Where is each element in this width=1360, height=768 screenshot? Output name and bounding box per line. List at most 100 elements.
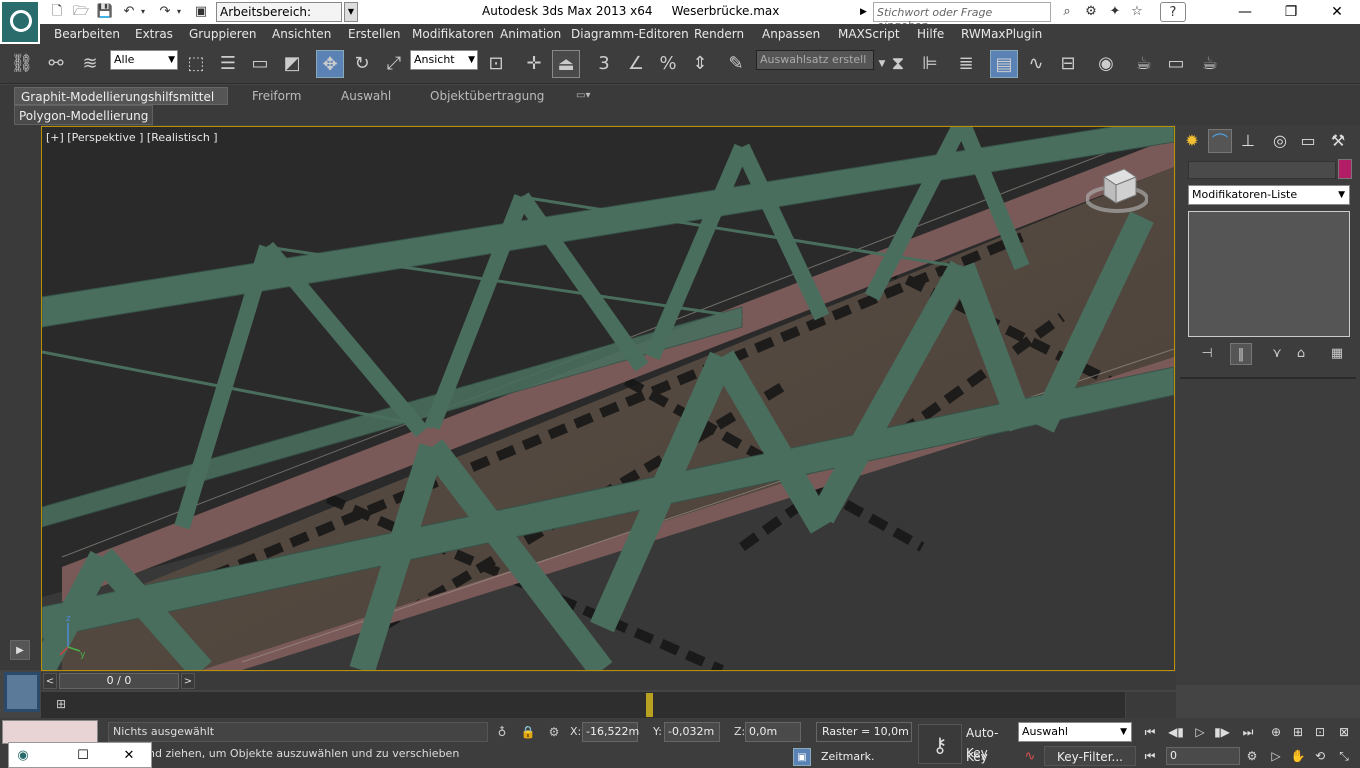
menu-bearbeiten[interactable]: Bearbeiten bbox=[54, 27, 120, 41]
snaps-toggle-icon[interactable]: 3 bbox=[590, 50, 618, 78]
selection-filter-select[interactable]: Alle ▼ bbox=[110, 50, 178, 70]
redo-icon[interactable]: ↷ bbox=[156, 3, 174, 21]
workspace-dropdown-icon[interactable]: ▼ bbox=[344, 2, 358, 22]
redo-dropdown-icon[interactable]: ▾ bbox=[174, 3, 184, 21]
zoom-extents-all-icon[interactable]: ⊠ bbox=[1334, 722, 1354, 742]
utilities-tab-icon[interactable]: ⚒ bbox=[1326, 129, 1350, 153]
help-button[interactable]: ? bbox=[1160, 2, 1186, 22]
select-and-scale-icon[interactable]: ⤢ bbox=[380, 50, 408, 78]
render-teapot-icon[interactable]: ☕ bbox=[1196, 50, 1224, 78]
menu-hilfe[interactable]: Hilfe bbox=[917, 27, 944, 41]
menu-extras[interactable]: Extras bbox=[135, 27, 173, 41]
zoom-extents-icon[interactable]: ⊡ bbox=[1310, 722, 1330, 742]
modifier-stack[interactable] bbox=[1188, 211, 1350, 337]
pin-stack-icon[interactable]: ⊣ bbox=[1196, 343, 1218, 365]
remove-modifier-icon[interactable]: ⌂ bbox=[1290, 343, 1312, 365]
select-and-move-icon[interactable]: ✥ bbox=[316, 50, 344, 78]
tab-graphit-modellierung[interactable]: Graphit-Modellierungshilfsmittel bbox=[14, 87, 228, 105]
polygon-modeling-panel[interactable]: Polygon-Modellierung bbox=[14, 105, 154, 125]
key-filters-button[interactable]: Key-Filter... bbox=[1044, 746, 1136, 766]
material-editor-icon[interactable]: ◉ bbox=[1092, 50, 1120, 78]
field-of-view-icon[interactable]: ▷ bbox=[1266, 746, 1286, 766]
next-frame-icon[interactable]: ▮▶ bbox=[1212, 722, 1232, 742]
x-coordinate-field[interactable]: -16,522m bbox=[582, 722, 639, 742]
create-tab-icon[interactable]: ✹ bbox=[1180, 129, 1204, 153]
default-in-out-tangent-icon[interactable]: ∿ bbox=[1020, 747, 1040, 767]
key-mode-select[interactable]: Auswahl ▼ bbox=[1018, 722, 1132, 742]
layer-manager-icon[interactable]: ≣ bbox=[952, 50, 980, 78]
project-folder-icon[interactable]: ▣ bbox=[192, 3, 210, 21]
key-mode-toggle-icon[interactable]: ⏮ bbox=[1140, 746, 1160, 766]
bind-spacewarp-icon[interactable]: ≋ bbox=[76, 50, 104, 78]
selection-lock-icon[interactable]: 🔒 bbox=[520, 724, 536, 740]
spinner-snap-icon[interactable]: ⇕ bbox=[686, 50, 714, 78]
zoom-icon[interactable]: ⊕ bbox=[1266, 722, 1286, 742]
hierarchy-tab-icon[interactable]: ⊥ bbox=[1236, 129, 1260, 153]
maximize-viewport-icon[interactable]: ⤡ bbox=[1334, 746, 1354, 766]
perspective-viewport[interactable]: z y [+] [Perspektive ] [Realistisch ] bbox=[41, 126, 1175, 671]
render-setup-icon[interactable]: ☕ bbox=[1130, 50, 1158, 78]
maximize-button[interactable]: ❐ bbox=[1268, 0, 1314, 24]
time-marker[interactable] bbox=[646, 693, 653, 717]
viewport-label[interactable]: [+] [Perspektive ] [Realistisch ] bbox=[46, 131, 218, 144]
menu-diagramm-editoren[interactable]: Diagramm-Editoren bbox=[571, 27, 689, 41]
align-icon[interactable]: ⊫ bbox=[916, 50, 944, 78]
binoculars-icon[interactable]: ⌕ bbox=[1056, 2, 1078, 22]
menu-maxscript[interactable]: MAXScript bbox=[838, 27, 900, 41]
restore-icon[interactable]: ☐ bbox=[73, 746, 93, 766]
tab-freiform[interactable]: Freiform bbox=[246, 87, 307, 105]
motion-tab-icon[interactable]: ◎ bbox=[1268, 129, 1292, 153]
viewport-preview-thumbnail[interactable] bbox=[4, 672, 40, 712]
open-folder-icon[interactable]: 🗁 bbox=[72, 3, 90, 21]
viewcube-icon[interactable] bbox=[1086, 163, 1148, 213]
track-bar[interactable] bbox=[41, 692, 1125, 718]
ribbon-options-icon[interactable]: ▭▾ bbox=[570, 87, 596, 105]
time-slider[interactable]: < 0 / 0 > bbox=[41, 672, 1176, 690]
menu-animation[interactable]: Animation bbox=[500, 27, 561, 41]
new-file-icon[interactable]: 🗋 bbox=[48, 3, 66, 21]
tab-objektuebertragung[interactable]: Objektübertragung bbox=[424, 87, 550, 105]
select-and-rotate-icon[interactable]: ↻ bbox=[348, 50, 376, 78]
play-icon[interactable]: ▷ bbox=[1190, 722, 1210, 742]
search-input[interactable]: Stichwort oder Frage eingeben bbox=[873, 2, 1051, 32]
menu-erstellen[interactable]: Erstellen bbox=[348, 27, 401, 41]
previous-frame-icon[interactable]: ◀▮ bbox=[1166, 722, 1186, 742]
undo-dropdown-icon[interactable]: ▾ bbox=[138, 3, 148, 21]
current-frame-field[interactable]: 0 bbox=[1166, 747, 1240, 765]
app-menu-button[interactable] bbox=[0, 0, 40, 44]
minimize-button[interactable]: — bbox=[1222, 0, 1268, 24]
add-time-tag[interactable]: Zeitmark. hinzuf. bbox=[816, 747, 912, 767]
frame-counter[interactable]: 0 / 0 bbox=[59, 673, 179, 689]
display-tab-icon[interactable]: ▭ bbox=[1296, 129, 1320, 153]
rectangular-selection-icon[interactable]: ▭ bbox=[246, 50, 274, 78]
next-frame-arrow[interactable]: > bbox=[181, 673, 195, 689]
tools-icon[interactable]: ✦ bbox=[1104, 2, 1126, 22]
menu-rwmaxplugin[interactable]: RWMaxPlugin bbox=[961, 27, 1042, 41]
prev-frame-arrow[interactable]: < bbox=[43, 673, 57, 689]
modify-tab-icon[interactable]: ⌒ bbox=[1208, 129, 1232, 153]
link-icon[interactable]: ⛓ bbox=[8, 50, 36, 78]
mirror-icon[interactable]: ⧗ bbox=[884, 50, 912, 78]
menu-modifikatoren[interactable]: Modifikatoren bbox=[412, 27, 494, 41]
isolate-selection-icon[interactable]: ♁ bbox=[494, 724, 510, 740]
reference-coordinate-select[interactable]: Ansicht ▼ bbox=[410, 50, 478, 70]
make-unique-icon[interactable]: ⋎ bbox=[1266, 343, 1288, 365]
save-icon[interactable]: 💾 bbox=[96, 3, 114, 21]
orbit-icon[interactable]: ⟲ bbox=[1310, 746, 1330, 766]
window-crossing-icon[interactable]: ◩ bbox=[278, 50, 306, 78]
pivot-center-icon[interactable]: ⊡ bbox=[482, 50, 510, 78]
keyboard-shortcut-override-icon[interactable]: ⏏ bbox=[552, 50, 580, 78]
object-color-swatch[interactable] bbox=[1338, 159, 1352, 179]
object-name-field[interactable] bbox=[1188, 161, 1336, 179]
close-icon[interactable]: ✕ bbox=[119, 746, 139, 766]
go-to-start-icon[interactable]: ⏮ bbox=[1140, 722, 1160, 742]
communication-center-icon[interactable]: ⚙ bbox=[1080, 2, 1102, 22]
app-thumbnail-icon[interactable]: ◉ bbox=[13, 746, 33, 766]
modifier-list-select[interactable]: Modifikatoren-Liste ▼ bbox=[1188, 185, 1350, 205]
undo-icon[interactable]: ↶ bbox=[120, 3, 138, 21]
workspace-select[interactable]: Arbeitsbereich: Vorga bbox=[216, 2, 342, 37]
schematic-view-icon[interactable]: ⊟ bbox=[1054, 50, 1082, 78]
angle-snap-icon[interactable]: ∠ bbox=[622, 50, 650, 78]
percent-snap-icon[interactable]: % bbox=[654, 50, 682, 78]
expand-panel-icon[interactable]: ▶ bbox=[10, 640, 30, 660]
